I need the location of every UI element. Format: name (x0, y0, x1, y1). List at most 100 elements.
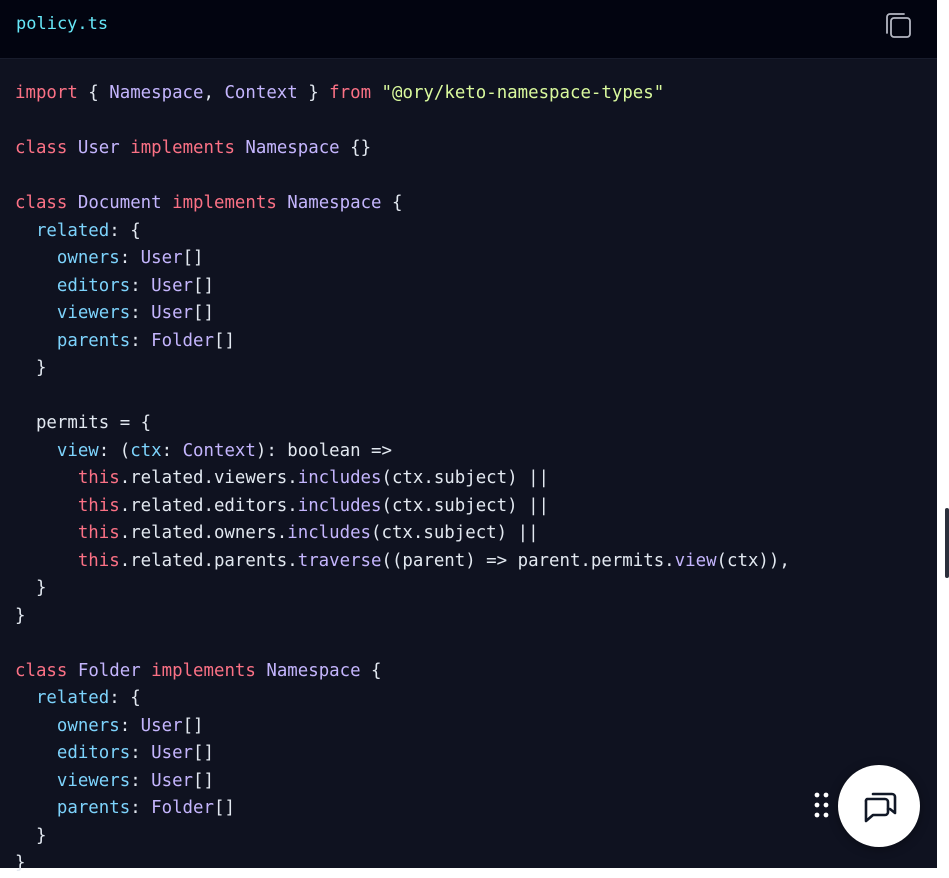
code-token: : (130, 303, 152, 323)
file-name: policy.ts (16, 14, 109, 34)
code-token: : (130, 275, 152, 296)
code-token: implements (130, 138, 235, 158)
code-token: editors (56, 275, 131, 296)
code-line: import { Namespace, Context } from "@ory… (15, 80, 790, 108)
code-line: class Folder implements Namespace { (15, 658, 790, 686)
code-token: related (35, 220, 110, 241)
code-token: includes (287, 523, 372, 543)
code-token: } (297, 83, 330, 103)
code-line: viewers: User[] (15, 300, 790, 328)
code-line: permits = { (15, 410, 790, 438)
code-token: permits = { (15, 413, 152, 433)
code-token: } (15, 853, 26, 873)
code-line: owners: User[] (15, 713, 790, 741)
code-token: this (77, 523, 120, 543)
code-token: User (77, 138, 120, 158)
scrollbar-thumb[interactable] (945, 508, 949, 578)
code-line: } (15, 823, 790, 851)
code-token: Context (182, 440, 256, 461)
code-token: ctx (130, 440, 162, 461)
code-token: Namespace (245, 138, 340, 158)
copy-button[interactable] (882, 10, 914, 42)
code-token: ): boolean => (255, 440, 392, 461)
code-token: Namespace (109, 83, 204, 103)
chat-button[interactable] (838, 765, 920, 847)
code-line: } (15, 575, 790, 603)
code-token: Folder (151, 798, 214, 818)
code-line: class Document implements Namespace { (15, 190, 790, 218)
code-line: editors: User[] (15, 273, 790, 301)
code-line: editors: User[] (15, 740, 790, 768)
code-token: class (15, 138, 68, 158)
code-line: related: { (15, 218, 790, 246)
code-token: : (130, 798, 152, 818)
code-token: : (119, 715, 141, 736)
code-line: this.related.owners.includes(ctx.subject… (15, 520, 790, 548)
code-token: : (130, 743, 152, 763)
code-line: parents: Folder[] (15, 795, 790, 823)
code-token: .related.owners. (119, 523, 288, 543)
code-token: : { (109, 220, 141, 241)
code-token: Document (77, 193, 162, 213)
code-token: [] (193, 303, 214, 323)
code-token: class (15, 193, 68, 213)
code-token: } (15, 358, 47, 378)
code-token: import (15, 83, 78, 103)
code-content: import { Namespace, Context } from "@ory… (15, 80, 790, 878)
code-token: (ctx.subject) || (381, 495, 550, 516)
code-token: Namespace (266, 660, 361, 681)
code-block: policy.ts import { Namespace, Context } … (0, 0, 937, 873)
code-line: } (15, 850, 790, 878)
code-token: implements (151, 660, 256, 681)
copy-icon (886, 13, 911, 38)
code-token: Folder (77, 660, 141, 681)
code-token: this (77, 495, 120, 516)
code-line: this.related.editors.includes(ctx.subjec… (15, 493, 790, 521)
code-token: owners (56, 715, 120, 736)
code-token: } (15, 825, 47, 846)
code-token: ((parent) => parent.permits. (381, 550, 675, 571)
code-token: : { (109, 688, 141, 708)
code-token: : (130, 770, 152, 791)
code-line: class User implements Namespace {} (15, 135, 790, 163)
code-token: [] (213, 330, 235, 351)
code-token: User (151, 275, 194, 296)
code-token: .related.parents. (119, 550, 298, 571)
code-line: } (15, 355, 790, 383)
code-token: User (140, 248, 183, 268)
code-token: Folder (151, 330, 214, 351)
code-line: this.related.viewers.includes(ctx.subjec… (15, 465, 790, 493)
code-token: class (15, 660, 68, 681)
code-token: owners (56, 248, 120, 268)
code-token: (ctx)), (716, 550, 790, 571)
code-line: related: { (15, 685, 790, 713)
code-token: , (203, 83, 225, 103)
code-token: [] (182, 715, 204, 736)
code-token: (ctx.subject) || (371, 523, 539, 543)
code-line: viewers: User[] (15, 768, 790, 796)
code-token: "@ory/keto-namespace-types" (381, 83, 665, 103)
drag-handle[interactable] (812, 790, 832, 822)
code-line: this.related.parents.traverse((parent) =… (15, 548, 790, 576)
